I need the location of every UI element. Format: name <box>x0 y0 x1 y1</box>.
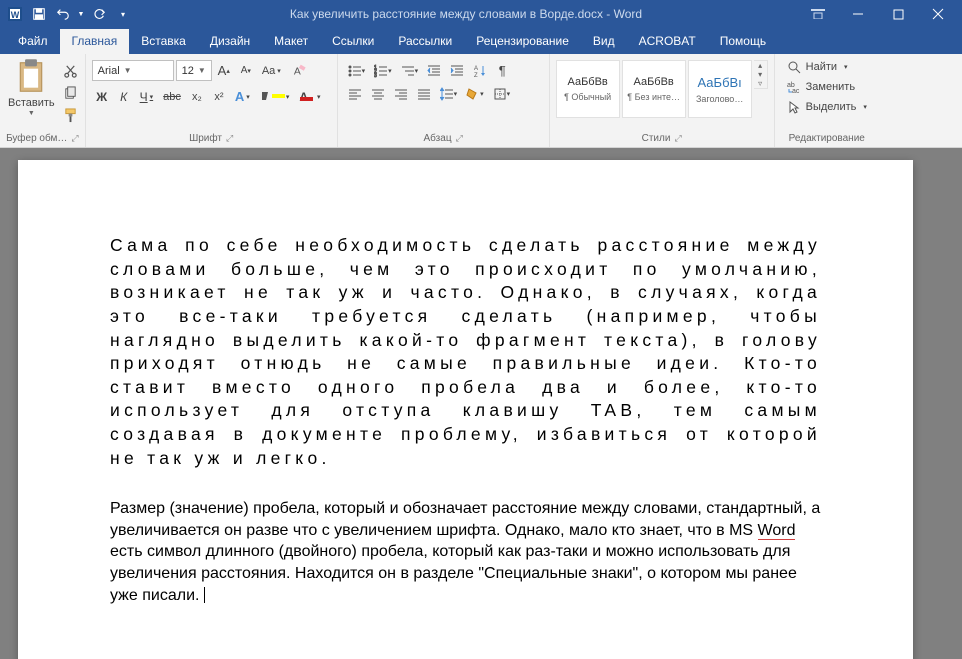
style-nospacing[interactable]: АаБбВв ¶ Без инте… <box>622 60 686 118</box>
align-left-icon[interactable] <box>344 83 366 104</box>
copy-icon[interactable] <box>61 84 81 102</box>
show-marks-icon[interactable]: ¶ <box>492 60 512 81</box>
shading-icon[interactable]: ▾ <box>462 83 488 104</box>
tab-mailings[interactable]: Рассылки <box>386 29 464 54</box>
italic-button[interactable]: К <box>114 86 134 107</box>
quick-access-toolbar: W ▼ ▾ <box>4 3 134 25</box>
tab-insert[interactable]: Вставка <box>129 29 198 54</box>
paragraph-2: Размер (значение) пробела, который и обо… <box>110 498 821 606</box>
underline-button[interactable]: Ч▾ <box>136 86 158 107</box>
tab-review[interactable]: Рецензирование <box>464 29 581 54</box>
replace-button[interactable]: abacЗаменить <box>783 78 859 96</box>
window-controls <box>798 0 958 28</box>
search-icon <box>787 60 801 74</box>
highlight-icon[interactable]: ▾ <box>256 86 294 107</box>
align-center-icon[interactable] <box>367 83 389 104</box>
svg-text:W: W <box>11 10 20 20</box>
style-heading1[interactable]: АаБбВı Заголово… <box>688 60 752 118</box>
title-bar: W ▼ ▾ Как увеличить расстояние между сло… <box>0 0 962 28</box>
tab-references[interactable]: Ссылки <box>320 29 386 54</box>
font-name-combo[interactable]: Arial▼ <box>92 60 174 81</box>
paragraph-1: Сама по себе необходимость сделать расст… <box>110 234 821 470</box>
font-size-combo[interactable]: 12▼ <box>176 60 212 81</box>
strike-button[interactable]: abc <box>159 86 185 107</box>
tab-design[interactable]: Дизайн <box>198 29 262 54</box>
svg-text:3: 3 <box>374 73 377 78</box>
paste-label: Вставить <box>8 97 55 109</box>
font-label: Шрифт <box>189 133 222 144</box>
font-dialog-icon[interactable]: ⤢ <box>226 133 233 144</box>
page[interactable]: Сама по себе необходимость сделать расст… <box>18 160 913 659</box>
replace-icon: abac <box>787 80 801 94</box>
select-button[interactable]: Выделить▾ <box>783 98 871 116</box>
line-spacing-icon[interactable]: ▾ <box>436 83 462 104</box>
paragraph-dialog-icon[interactable]: ⤢ <box>456 133 463 144</box>
align-right-icon[interactable] <box>390 83 412 104</box>
styles-gallery-scroll[interactable]: ▴▾▿ <box>754 60 768 89</box>
qat-customize-icon[interactable]: ▾ <box>112 3 134 25</box>
tab-file[interactable]: Файл <box>6 29 60 54</box>
tab-layout[interactable]: Макет <box>262 29 320 54</box>
justify-icon[interactable] <box>413 83 435 104</box>
ribbon-options-icon[interactable] <box>798 0 838 28</box>
text-effects-icon[interactable]: A▾ <box>231 86 254 107</box>
window-title: Как увеличить расстояние между словами в… <box>134 7 798 21</box>
group-styles: АаБбВв ¶ Обычный АаБбВв ¶ Без инте… АаБб… <box>550 54 775 147</box>
bullets-icon[interactable]: ▾ <box>344 60 370 81</box>
styles-label: Стили <box>642 133 671 144</box>
redo-icon[interactable] <box>88 3 110 25</box>
group-clipboard: Вставить ▼ Буфер обм… ⤢ <box>0 54 86 147</box>
find-button[interactable]: Найти▾ <box>783 58 852 76</box>
tab-home[interactable]: Главная <box>60 29 130 54</box>
ribbon: Вставить ▼ Буфер обм…⤢ Arial▼ 12▼ A▴ A▾ … <box>0 54 962 148</box>
ribbon-tabs: Файл Главная Вставка Дизайн Макет Ссылки… <box>0 28 962 54</box>
svg-text:Z: Z <box>474 73 478 78</box>
undo-icon[interactable] <box>52 3 74 25</box>
multilevel-icon[interactable]: ▾ <box>397 60 423 81</box>
bold-button[interactable]: Ж <box>92 86 112 107</box>
font-color-icon[interactable]: A▾ <box>295 86 324 107</box>
clipboard-dialog-icon[interactable]: ⤢ <box>71 133 78 144</box>
group-font: Arial▼ 12▼ A▴ A▾ Aa▾ A Ж К Ч▾ abc x₂ x² … <box>86 54 338 147</box>
editing-label: Редактирование <box>789 133 865 144</box>
increase-indent-icon[interactable] <box>446 60 468 81</box>
document-area: Сама по себе необходимость сделать расст… <box>0 148 962 659</box>
decrease-indent-icon[interactable] <box>423 60 445 81</box>
cut-icon[interactable] <box>61 62 81 80</box>
shrink-font-button[interactable]: A▾ <box>236 60 256 81</box>
numbering-icon[interactable]: 123▾ <box>370 60 396 81</box>
document-scroll[interactable]: Сама по себе необходимость сделать расст… <box>0 148 962 659</box>
close-icon[interactable] <box>918 0 958 28</box>
change-case-button[interactable]: Aa▾ <box>258 60 285 81</box>
style-normal[interactable]: АаБбВв ¶ Обычный <box>556 60 620 118</box>
text-cursor <box>204 587 205 603</box>
paragraph-label: Абзац <box>424 133 452 144</box>
svg-text:ac: ac <box>792 88 800 94</box>
word-icon[interactable]: W <box>4 3 26 25</box>
save-icon[interactable] <box>28 3 50 25</box>
grow-font-button[interactable]: A▴ <box>214 60 234 81</box>
spellcheck-underline: Word <box>758 522 796 540</box>
sort-icon[interactable]: AZ <box>469 60 491 81</box>
clear-formatting-icon[interactable]: A <box>287 60 310 81</box>
styles-dialog-icon[interactable]: ⤢ <box>674 133 681 144</box>
superscript-button[interactable]: x² <box>209 86 229 107</box>
tab-view[interactable]: Вид <box>581 29 627 54</box>
borders-icon[interactable]: ▾ <box>489 83 515 104</box>
minimize-icon[interactable] <box>838 0 878 28</box>
subscript-button[interactable]: x₂ <box>187 86 207 107</box>
tab-acrobat[interactable]: ACROBAT <box>627 29 708 54</box>
paste-button[interactable]: Вставить ▼ <box>4 56 59 119</box>
maximize-icon[interactable] <box>878 0 918 28</box>
tab-help[interactable]: Помощь <box>708 29 778 54</box>
svg-text:A: A <box>474 66 478 72</box>
clipboard-label: Буфер обм… <box>6 133 67 144</box>
format-painter-icon[interactable] <box>61 106 81 124</box>
undo-dropdown-icon[interactable]: ▼ <box>76 3 86 25</box>
cursor-icon <box>787 100 801 114</box>
paste-icon <box>12 58 50 96</box>
group-paragraph: ▾ 123▾ ▾ AZ ¶ ▾ ▾ ▾ Абзац ⤢ <box>338 54 550 147</box>
group-editing: Найти▾ abacЗаменить Выделить▾ Редактиров… <box>775 54 879 147</box>
